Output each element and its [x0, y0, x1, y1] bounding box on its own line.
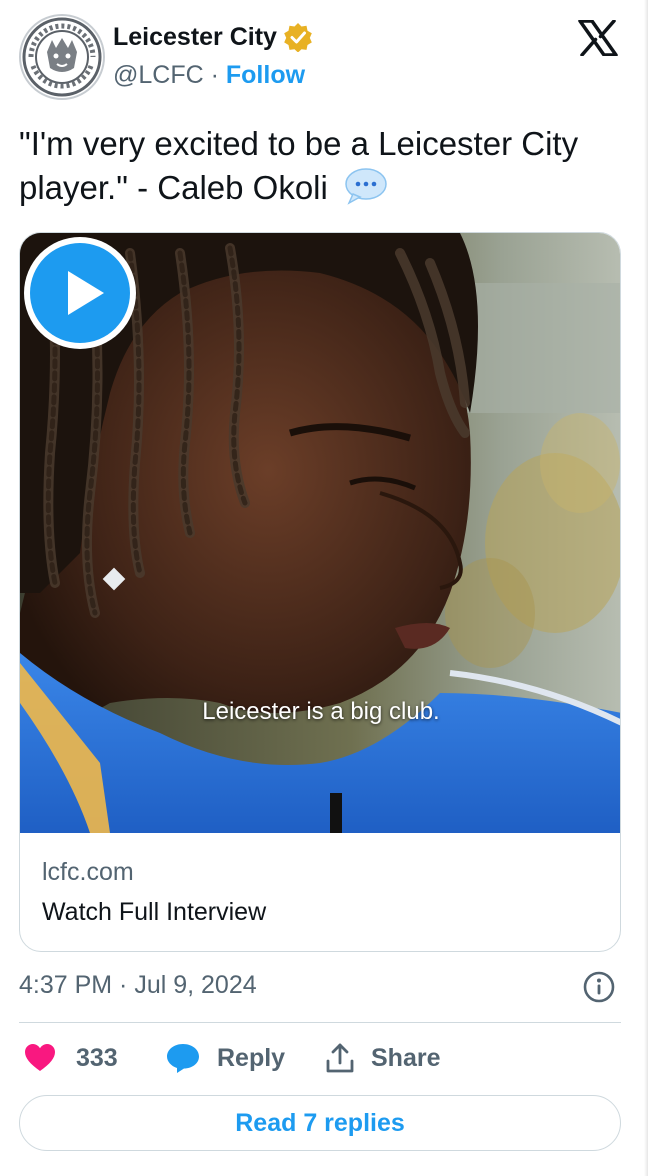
author-display-name[interactable]: Leicester City: [113, 23, 277, 52]
avatar[interactable]: [19, 14, 105, 100]
leicester-crest-icon: [22, 17, 102, 97]
reply-label: Reply: [217, 1043, 286, 1072]
x-logo-icon[interactable]: [578, 20, 618, 56]
tweet-actions: 333 Reply Share: [19, 1035, 621, 1081]
reply-bubble-icon: [167, 1044, 199, 1073]
video-caption: Leicester is a big club.: [202, 698, 440, 725]
follow-button[interactable]: Follow: [226, 61, 305, 90]
link-title[interactable]: Watch Full Interview: [42, 898, 266, 927]
read-replies-button[interactable]: Read 7 replies: [19, 1095, 621, 1151]
tweet-text: "I'm very excited to be a Leicester City…: [19, 122, 629, 210]
author-name-row: Leicester City: [113, 22, 313, 52]
like-count: 333: [76, 1043, 118, 1072]
play-icon[interactable]: [20, 233, 140, 353]
divider: [19, 1022, 621, 1023]
share-button[interactable]: Share: [325, 1035, 440, 1081]
media-link-card[interactable]: Leicester is a big club. lcfc.com Watch …: [19, 232, 621, 952]
like-button[interactable]: 333: [24, 1035, 118, 1081]
verified-badge-icon: [284, 23, 312, 52]
author-handle[interactable]: @LCFC: [113, 61, 204, 90]
link-domain[interactable]: lcfc.com: [42, 858, 134, 887]
edge-shadow: [644, 0, 648, 1176]
handle-separator: ·: [203, 61, 226, 89]
reply-button[interactable]: Reply: [165, 1035, 285, 1081]
speech-balloon-icon: [345, 168, 387, 205]
tweet-body: "I'm very excited to be a Leicester City…: [19, 125, 579, 206]
video-thumbnail[interactable]: Leicester is a big club.: [20, 233, 620, 833]
share-icon: [326, 1043, 354, 1073]
share-label: Share: [371, 1043, 441, 1072]
heart-icon: [25, 1044, 55, 1071]
tweet-embed-card: Leicester City @LCFC · Follow "I'm very …: [0, 0, 648, 1176]
info-icon[interactable]: [582, 970, 616, 1004]
author-handle-row: @LCFC · Follow: [113, 61, 305, 90]
tweet-timestamp[interactable]: 4:37 PM · Jul 9, 2024: [19, 971, 257, 1000]
